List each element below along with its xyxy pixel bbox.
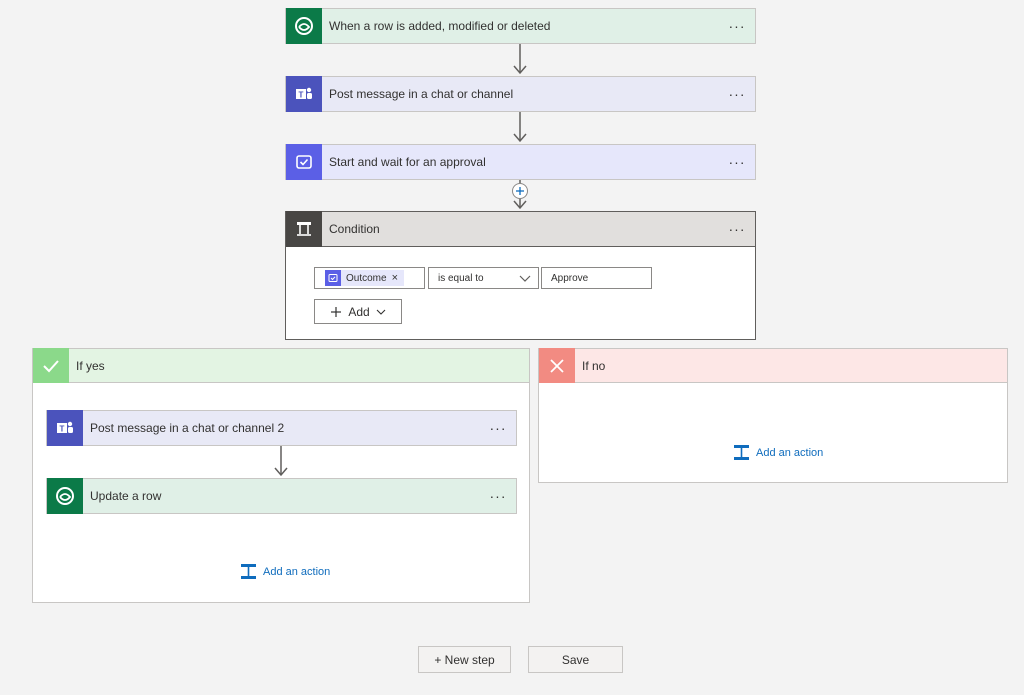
more-options-icon[interactable]: ··· [719,18,755,34]
branch-title: If yes [76,358,105,373]
step-title: Post message in a chat or channel 2 [90,421,285,435]
add-action-label: Add an action [263,565,331,578]
branch-title: If no [582,358,606,373]
step-title: Update a row [90,489,162,503]
connector-arrow [274,446,288,477]
close-icon [539,348,575,383]
checkmark-icon [33,348,69,383]
step-title: Start and wait for an approval [329,155,486,169]
new-step-button[interactable]: + New step [418,646,511,673]
condition-header[interactable]: Condition ··· [285,211,756,247]
teams-icon: T [47,410,83,446]
if-yes-header[interactable]: If yes [32,348,530,383]
add-action-link-yes[interactable]: Add an action [240,563,330,580]
more-options-icon[interactable]: ··· [719,154,755,170]
insert-step-plus-icon[interactable] [511,182,529,200]
more-options-icon[interactable]: ··· [719,221,755,237]
teams-icon: T [286,76,322,112]
add-label: Add [348,304,370,319]
chevron-down-icon [376,309,386,315]
if-no-header[interactable]: If no [538,348,1008,383]
condition-left-operand[interactable]: Outcome × [314,267,425,289]
more-options-icon[interactable]: ··· [480,488,516,504]
operator-value: is equal to [438,272,484,284]
more-options-icon[interactable]: ··· [480,420,516,436]
more-options-icon[interactable]: ··· [719,86,755,102]
dataverse-icon [47,478,83,514]
save-button[interactable]: Save [528,646,623,673]
update-row-step[interactable]: Update a row ··· [46,478,517,514]
chevron-down-icon [519,275,531,282]
plus-icon [331,306,342,317]
outcome-token[interactable]: Outcome × [325,270,405,286]
add-condition-button[interactable]: Add [314,299,402,324]
connector-arrow [513,112,527,143]
add-action-icon [734,445,749,460]
condition-icon [286,211,322,247]
add-action-link-no[interactable]: Add an action [733,444,823,461]
svg-text:T: T [60,425,65,434]
teams-post-step[interactable]: T Post message in a chat or channel ··· [285,76,756,112]
connector-arrow [513,44,527,75]
add-action-label: Add an action [756,446,824,459]
svg-text:T: T [299,91,304,100]
step-title: Condition [329,222,380,236]
teams-post-step-2[interactable]: T Post message in a chat or channel 2 ··… [46,410,517,446]
dataverse-icon [286,8,322,44]
condition-right-operand[interactable]: Approve [541,267,652,289]
token-remove-icon[interactable]: × [387,272,398,284]
approval-icon [325,270,341,286]
condition-operator-select[interactable]: is equal to [428,267,539,289]
step-title: When a row is added, modified or deleted [329,19,551,33]
approval-icon [286,144,322,180]
value-text: Approve [551,272,589,284]
add-action-icon [241,564,256,579]
trigger-step[interactable]: When a row is added, modified or deleted… [285,8,756,44]
token-label: Outcome [346,272,387,284]
step-title: Post message in a chat or channel [329,87,514,101]
approval-step[interactable]: Start and wait for an approval ··· [285,144,756,180]
